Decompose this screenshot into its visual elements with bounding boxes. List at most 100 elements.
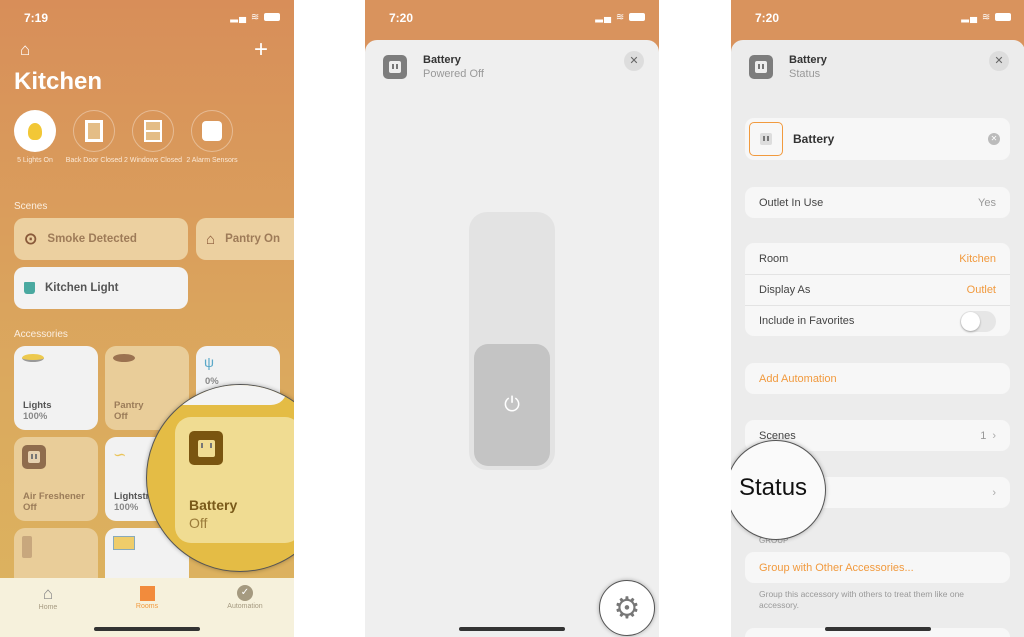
add-automation-button[interactable]: Add Automation [745,363,1010,394]
accessory-status: Status [789,68,821,80]
status-label: Back Door Closed [65,157,123,164]
row-label: Group with Other Accessories... [759,561,914,574]
favorites-row: Include in Favorites [745,305,1010,336]
door-icon[interactable] [73,110,115,152]
outlet-icon [189,431,223,465]
automation-icon: ✓ [237,585,253,601]
home-icon[interactable]: ⌂ [20,40,30,60]
clock: 7:20 [389,11,414,25]
display-as-row[interactable]: Display As Outlet [745,274,1010,305]
settings-sheet: Battery Status ✕ Battery ✕ Outlet In Use… [731,40,1024,637]
group-button[interactable]: Group with Other Accessories... [745,552,1010,583]
accessory-tile-air-freshener[interactable]: Air Freshener Off [14,437,98,521]
power-icon: ⏻ [474,344,550,466]
tab-home[interactable]: ⌂ Home [13,584,83,611]
home-indicator [459,627,565,631]
room-row[interactable]: Room Kitchen [745,243,1010,274]
row-label: Include in Favorites [759,315,855,327]
outlet-icon [749,55,773,79]
status-icons: ▂▄ ≋ [961,12,1011,23]
room-group: Room Kitchen Display As Outlet Include in … [745,243,1010,336]
scene-kitchen-light[interactable]: Kitchen Light [14,267,188,309]
outlet-control-screen: 7:20 ▂▄ ≋ Battery Powered Off ✕ ⏻ ⚙ [365,0,659,637]
status-icons: ▂▄ ≋ [230,12,280,23]
add-icon[interactable]: + [254,36,268,64]
accessory-name: Battery [789,54,827,66]
status-label: 2 Alarm Sensors [186,157,238,164]
clock: 7:19 [24,11,49,25]
scene-label: Pantry On [225,233,281,245]
house-icon: ⌂ [206,230,216,248]
accessory-tile-battery[interactable]: Battery Off [175,417,294,543]
tab-automation[interactable]: ✓ Automation [210,584,280,610]
tab-bar: ⌂ Home Rooms ✓ Automation [0,578,294,637]
favorites-toggle[interactable] [960,310,996,332]
power-toggle[interactable]: ⏻ [469,212,555,470]
row-value: 1 [980,429,987,442]
tile-name: Battery [189,497,238,513]
window-icon[interactable] [132,110,174,152]
chandelier-icon: ψ [204,354,214,370]
control-sheet: Battery Powered Off ✕ ⏻ [365,40,659,637]
row-label: Add Automation [759,372,837,385]
accessory-status: Powered Off [423,68,484,80]
clock: 7:20 [755,11,780,25]
status-label: 2 Windows Closed [124,157,182,164]
bulb-icon[interactable] [14,110,56,152]
row-value: Yes [978,196,996,209]
scene-label: Smoke Detected [47,233,137,245]
panel-icon [113,536,135,550]
tab-rooms[interactable]: Rooms [112,584,182,610]
row-label: Display As [759,284,811,296]
sensor-icon[interactable] [191,110,233,152]
tab-label: Rooms [135,603,159,610]
home-indicator [825,627,931,631]
scene-pantry-on[interactable]: ⌂ Pantry On [196,218,294,260]
tile-state: 100% [23,411,48,422]
settings-gear-icon[interactable]: ⚙ [599,580,655,636]
status-icons: ▂▄ ≋ [595,12,645,23]
scene-smoke-detected[interactable]: ⊙ Smoke Detected [14,218,188,260]
row-value: Outlet [966,284,996,296]
scenes-header: Scenes [14,201,48,212]
home-indicator [94,627,200,631]
page-title: Kitchen [14,68,103,95]
tab-label: Automation [227,603,263,610]
tile-name: Lights [23,400,52,411]
home-icon: ⌂ [42,584,54,603]
tile-name: Air Freshener [23,491,85,502]
tile-state: Off [189,515,208,531]
status-label: 5 Lights On [17,157,53,164]
row-label: Outlet In Use [759,196,824,209]
tile-name: Pantry [114,400,144,411]
group-footer: Group this accessory with others to trea… [759,589,965,610]
tile-state: Off [114,411,128,422]
rooms-icon [139,586,155,601]
row-label: Room [759,252,789,265]
outlet-icon [22,445,46,469]
chevron-right-icon: › [992,486,996,499]
tab-label: Home [38,604,58,611]
ceiling-light-icon [113,354,135,362]
smoke-icon: ⊙ [24,231,38,248]
lock-icon [22,536,32,558]
name-value: Battery [793,132,835,146]
row-value: Kitchen [959,252,996,265]
accessory-settings-screen: 7:20 ▂▄ ≋ Battery Status ✕ Battery ✕ Out… [731,0,1024,637]
tile-state: Off [23,502,37,513]
clear-icon[interactable]: ✕ [988,133,1000,145]
status-label: Status [739,474,808,501]
chevron-right-icon: › [992,429,996,442]
accessories-header: Accessories [14,329,68,340]
home-rooms-screen: 7:19 ▂▄ ≋ ⌂ + Kitchen 5 Lights On Back D… [0,0,294,637]
scene-label: Kitchen Light [45,282,119,294]
accessory-name: Battery [423,54,461,66]
name-field[interactable]: Battery ✕ [745,118,1010,160]
tile-state: 100% [114,502,139,513]
close-button[interactable]: ✕ [989,51,1009,71]
outlet-icon [749,122,783,156]
close-button[interactable]: ✕ [624,51,644,71]
accessory-tile-lights[interactable]: Lights 100% [14,346,98,430]
outlet-in-use-row: Outlet In Use Yes [745,187,1010,218]
ceiling-light-icon [22,354,44,362]
